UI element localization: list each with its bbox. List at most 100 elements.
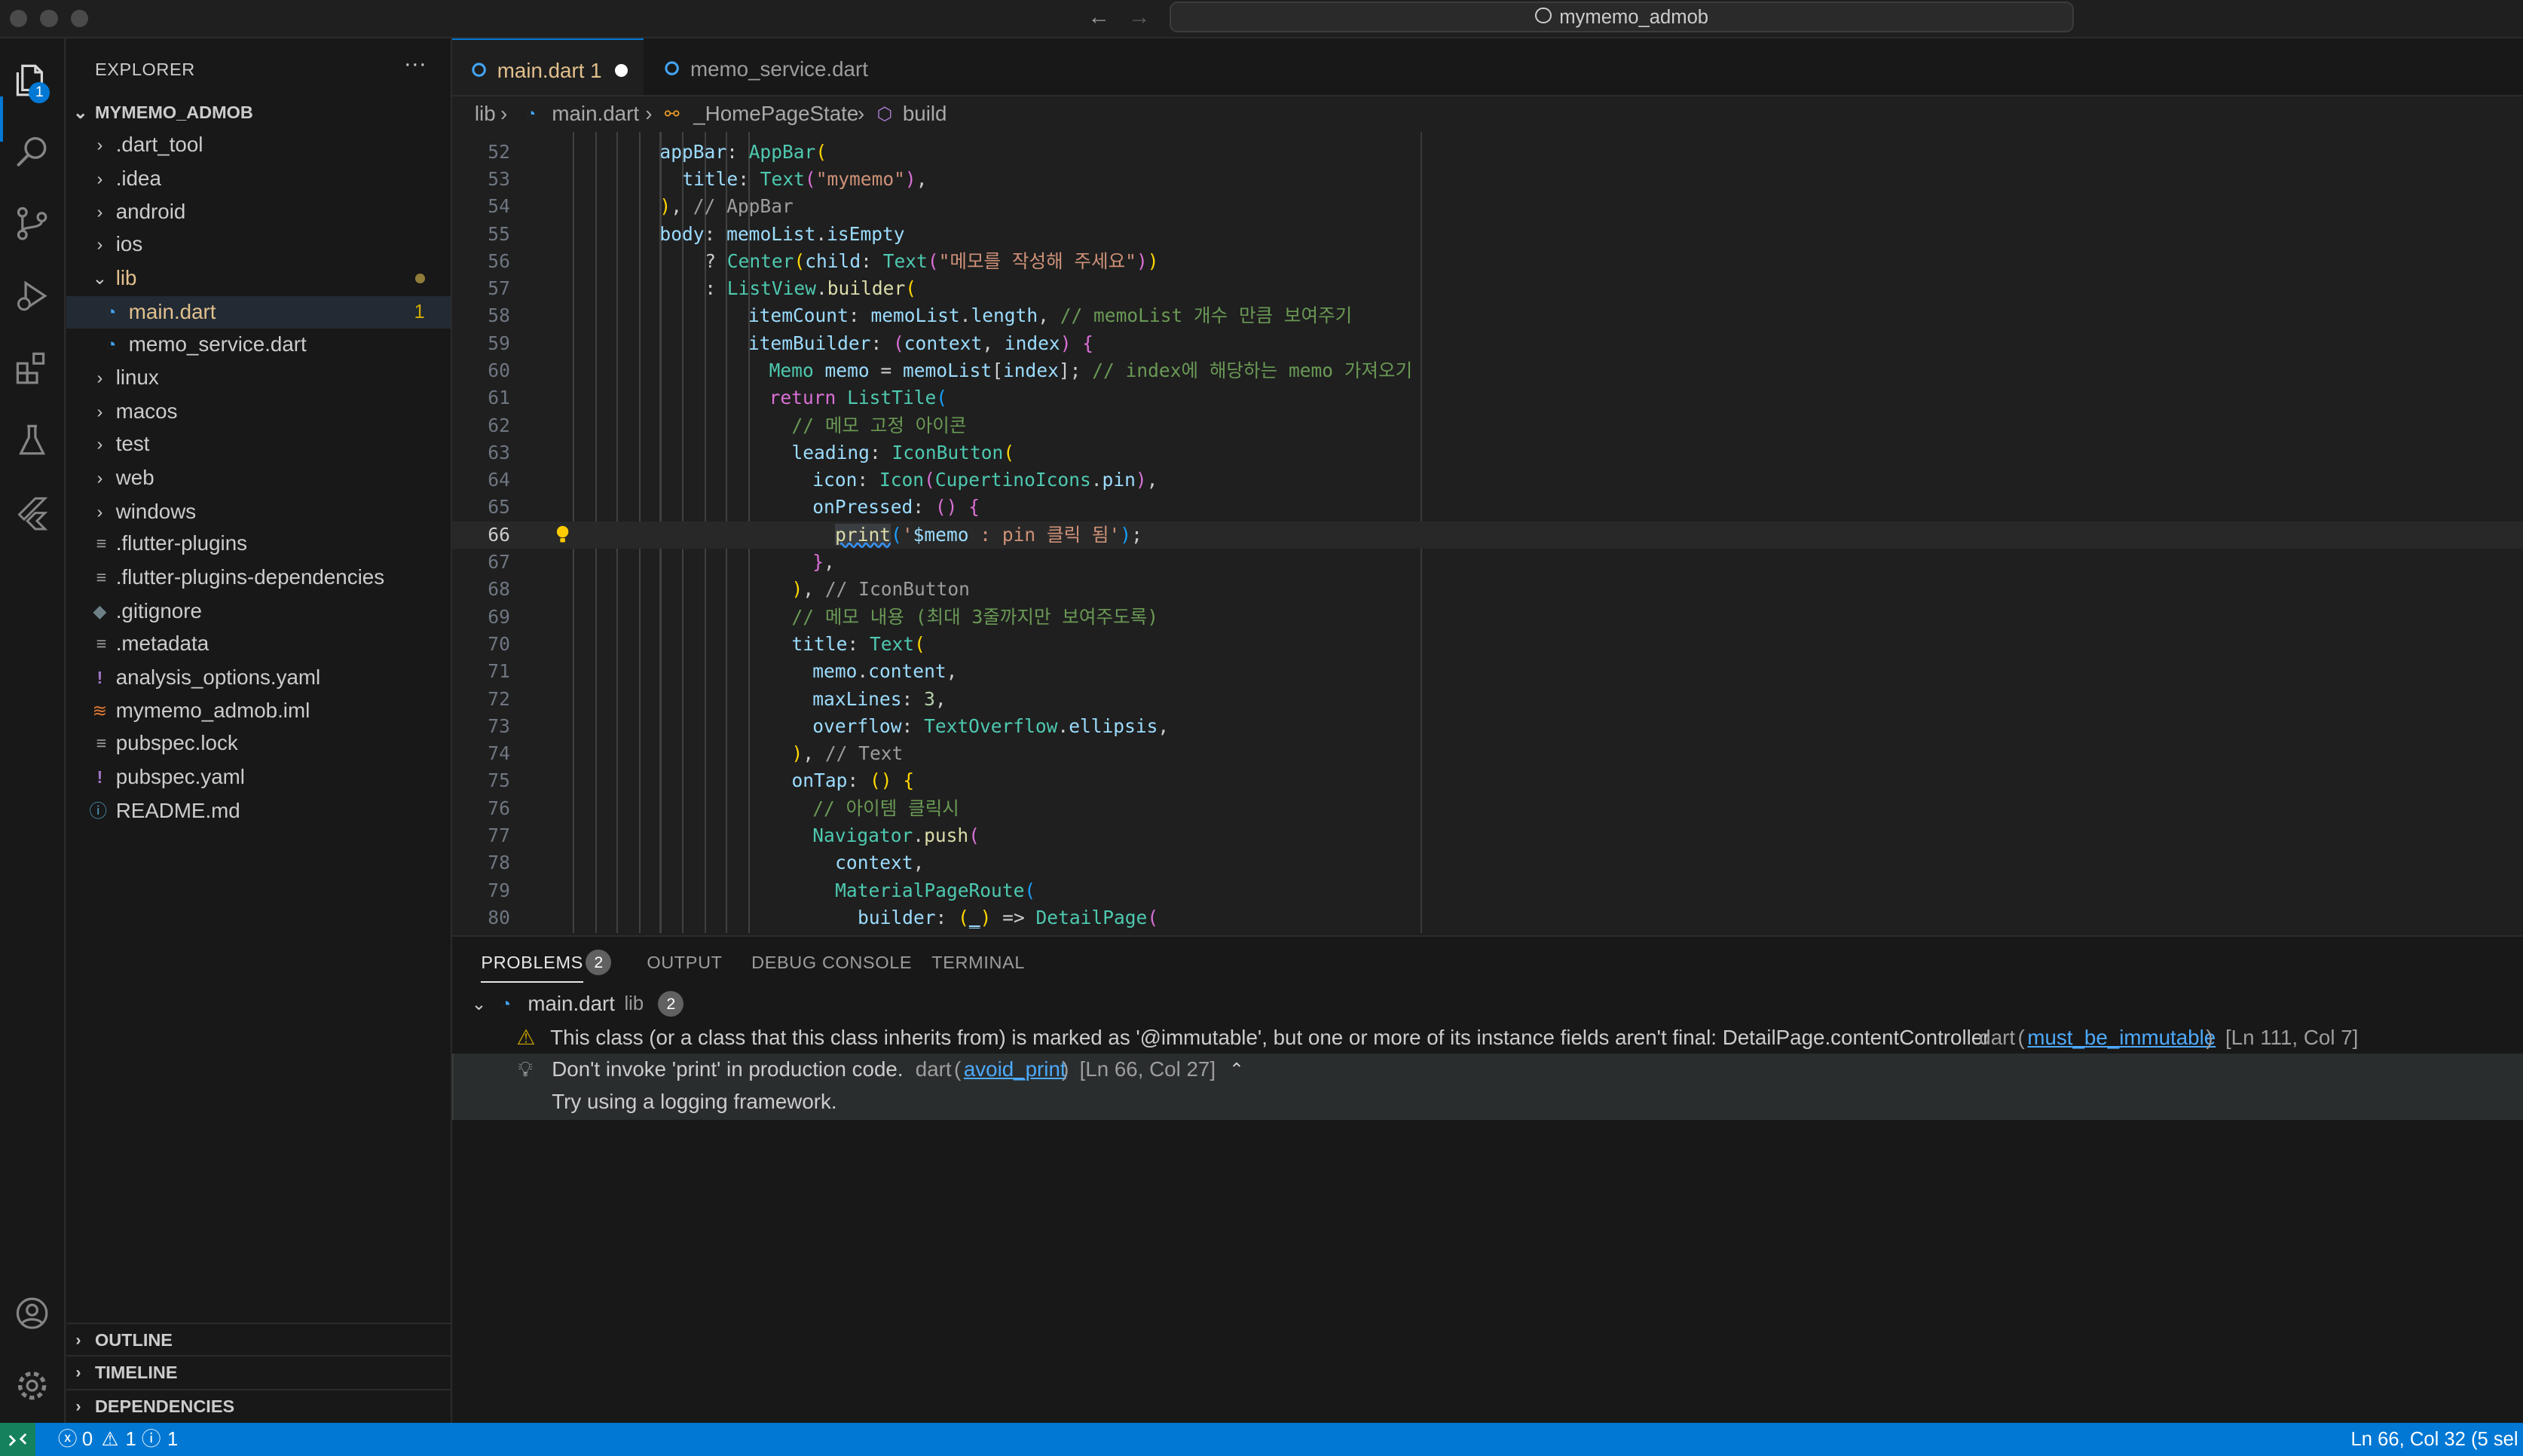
warning-count[interactable]: 1 [126,1423,136,1456]
tree-item-flutter-plugins[interactable]: ≡ .flutter-plugins [66,528,451,560]
tab-main-dart[interactable]: main.dart 1 [451,38,644,95]
line-number: 69 [488,605,510,628]
tree-item-pubspec-lock[interactable]: ≡ pubspec.lock [66,727,451,760]
tree-item-lib[interactable]: ⌄ lib [66,262,451,295]
code-line: 55 body: memoList.isEmpty [452,221,2523,248]
line-number: 79 [488,879,510,901]
problem-source: dart [915,1057,952,1081]
tree-item-flutter-plugins-deps[interactable]: ≡ .flutter-plugins-dependencies [66,561,451,594]
section-timeline[interactable]: › TIMELINE [66,1354,451,1389]
tab-output[interactable]: OUTPUT [647,953,722,973]
run-and-debug-icon[interactable] [13,277,51,315]
tree-item-dart-tool[interactable]: › .dart_tool [66,129,451,161]
error-count[interactable]: 0 [82,1423,93,1456]
problem-code-link[interactable]: must_be_immutable [2027,1022,2216,1054]
settings-gear-icon[interactable] [13,1366,51,1405]
breadcrumb-item[interactable]: _HomePageState [693,96,858,132]
problem-row[interactable]: ⚠ This class (or a class that this class… [452,1022,2523,1054]
tree-item-metadata[interactable]: ≡ .metadata [66,628,451,660]
breadcrumb-item[interactable]: lib [475,96,496,132]
section-label: OUTLINE [94,1330,173,1350]
cursor-position[interactable]: Ln 66, Col 32 (5 sel [2351,1423,2518,1456]
section-dependencies[interactable]: › DEPENDENCIES [66,1388,451,1423]
tree-item-analysis-options[interactable]: ! analysis_options.yaml [66,662,451,694]
activity-bar: 1 [0,38,66,1423]
tree-item-ios[interactable]: › ios [66,228,451,261]
error-icon[interactable]: ⓧ [58,1423,78,1456]
line-number: 53 [488,167,510,190]
explorer-icon[interactable]: 1 [13,61,51,103]
accounts-icon[interactable] [13,1294,51,1332]
problem-code-link[interactable]: avoid_print [964,1054,1066,1086]
warning-icon: ⚠ [516,1025,536,1049]
tree-item-label: macos [115,399,178,424]
window-title: mymemo_admob [1559,7,1709,29]
line-number: 62 [488,414,510,436]
extensions-icon[interactable] [13,349,51,387]
breadcrumb-item[interactable]: main.dart [552,96,639,132]
tree-item-iml[interactable]: ≋ mymemo_admob.iml [66,695,451,727]
tree-item-readme[interactable]: ⓘ README.md [66,795,451,827]
problem-file-count: 2 [658,991,684,1017]
tree-item-linux[interactable]: › linux [66,362,451,394]
tree-item-memo-service[interactable]: ◔ memo_service.dart [66,329,451,361]
problem-file-dir: lib [624,993,644,1014]
forward-arrow-icon[interactable]: → [1128,5,1151,30]
search-icon[interactable] [13,132,51,170]
tree-item-test[interactable]: › test [66,428,451,460]
tree-item-label: lib [115,266,137,290]
tree-item-pubspec-yaml[interactable]: ! pubspec.yaml [66,761,451,794]
testing-flask-icon[interactable] [13,421,51,460]
tree-item-label: android [115,200,186,224]
lightbulb-icon[interactable] [555,525,570,544]
minimize-window-button[interactable] [40,9,58,28]
code-line: 71 memo.content, [452,658,2523,685]
section-outline[interactable]: › OUTLINE [66,1323,451,1357]
code-line: 76// 아이템 클릭시 [452,795,2523,822]
warning-icon[interactable]: ⚠ [102,1423,119,1456]
tree-item-label: memo_service.dart [128,332,307,356]
chevron-right-icon: › [96,168,103,188]
tab-memo-service[interactable]: memo_service.dart [645,38,910,95]
tab-terminal[interactable]: TERMINAL [931,953,1025,973]
tab-problem-count: 1 [590,59,602,83]
chevron-up-icon[interactable]: ⌃ [1229,1054,1244,1086]
code-line: 56? Center(child: Text("메모를 작성해 주세요")) [452,248,2523,275]
chevron-right-icon: › [96,202,103,222]
line-number: 57 [488,277,510,300]
problem-file-group[interactable]: ⌄ ◔ main.dart lib 2 [452,988,2523,1020]
tab-problems[interactable]: PROBLEMS [481,953,583,983]
more-actions-icon[interactable]: ··· [404,51,427,77]
line-number: 78 [488,852,510,874]
tree-item-gitignore[interactable]: ◆ .gitignore [66,595,451,628]
source-control-icon[interactable] [13,204,51,243]
workspace-root[interactable]: ⌄ MYMEMO_ADMOB [66,96,451,129]
tree-item-idea[interactable]: › .idea [66,163,451,195]
breadcrumb: lib › ◔ main.dart › ⚯ _HomePageState › ⬡… [451,96,2523,133]
tree-item-android[interactable]: › android [66,196,451,228]
unsaved-dot[interactable] [614,64,628,78]
chevron-right-icon: › [858,102,865,126]
active-view-indicator [0,96,4,142]
line-number: 54 [488,195,510,218]
maximize-window-button[interactable] [70,9,89,28]
back-arrow-icon[interactable]: ← [1087,5,1110,30]
tree-item-main-dart[interactable]: ◔ main.dart 1 [66,295,451,329]
remote-indicator[interactable] [0,1422,35,1456]
code-editor[interactable]: 52 appBar: AppBar( 53 title: Text("mymemo"… [451,132,2523,934]
tree-item-windows[interactable]: › windows [66,496,451,528]
flutter-icon[interactable] [13,494,51,532]
command-center-search[interactable]: mymemo_admob [1170,2,2075,32]
tree-item-macos[interactable]: › macos [66,396,451,428]
lightbulb-icon: 💡︎ [518,1057,533,1081]
info-icon[interactable]: ⓘ [142,1423,161,1456]
tab-debug-console[interactable]: DEBUG CONSOLE [751,953,912,973]
info-count[interactable]: 1 [167,1423,178,1456]
tree-item-label: test [115,431,150,455]
chevron-right-icon: › [75,1363,81,1381]
tree-item-web[interactable]: › web [66,462,451,494]
code-line: 60 Memo memo = memoList[index]; // index에… [452,357,2523,384]
breadcrumb-item[interactable]: build [903,96,947,132]
close-window-button[interactable] [9,9,28,28]
problem-row-selected[interactable]: 💡︎ Don't invoke 'print' in production co… [451,1054,2523,1120]
